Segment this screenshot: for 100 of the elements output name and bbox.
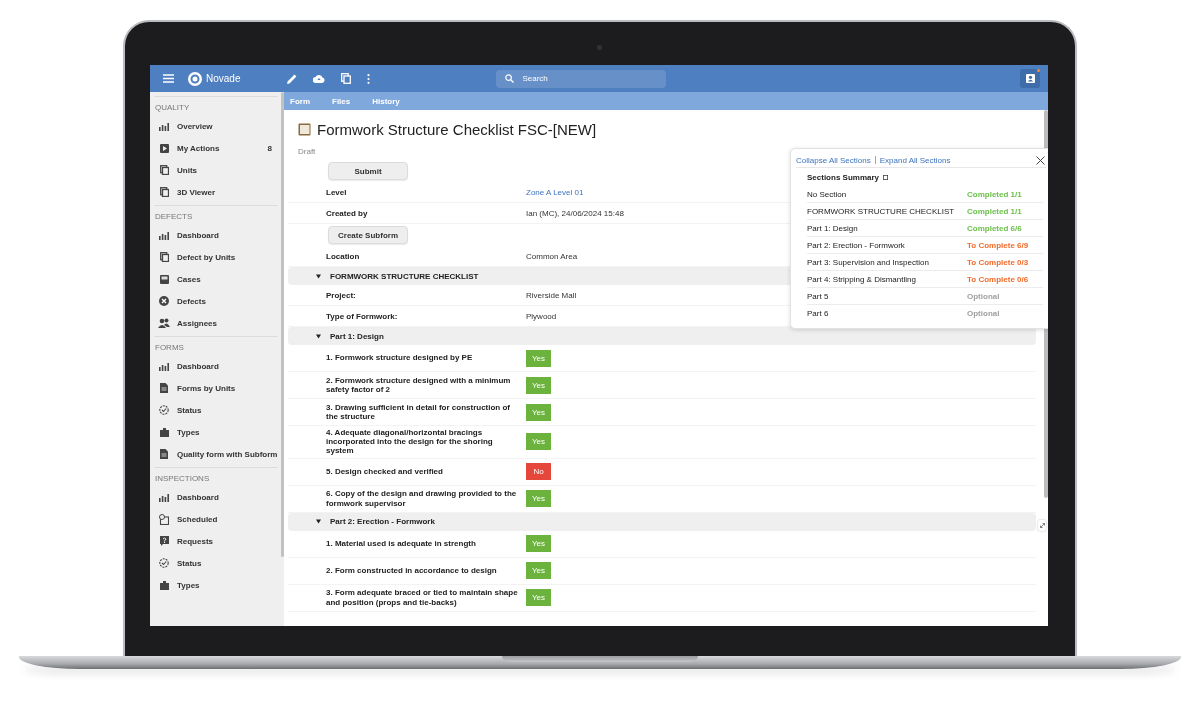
field-value: Common Area	[526, 251, 578, 261]
chart-icon	[159, 121, 169, 131]
user-icon	[1025, 74, 1035, 83]
expand-all-link[interactable]: Expand All Sections	[879, 155, 951, 165]
scrollbar-thumb[interactable]	[281, 92, 284, 557]
nav-item[interactable]: My Actions 8	[154, 137, 278, 159]
summary-section-name[interactable]: No Section	[807, 189, 847, 199]
summary-section-name[interactable]: Part 6	[807, 308, 829, 318]
section-heading: INSPECTIONS	[154, 473, 211, 485]
summary-status: Optional	[967, 291, 1001, 301]
nav-item[interactable]: Defect by Units	[154, 246, 278, 268]
question-text: 2. Formwork structure designed with a minimum safety factor of 2	[325, 374, 512, 396]
summary-status: Completed 1/1	[967, 189, 1023, 199]
answer-button[interactable]: No	[526, 463, 551, 481]
nav-item[interactable]: Types	[154, 421, 278, 443]
nav-item[interactable]: Dashboard	[154, 486, 278, 508]
schedule-icon	[159, 513, 169, 525]
folder-icon	[159, 427, 169, 437]
summary-status: To Complete 0/3	[967, 257, 1030, 267]
summary-section-name[interactable]: Part 3: Supervision and Inspection	[807, 257, 929, 267]
form-button[interactable]: Submit	[328, 162, 408, 180]
section-title: Part 1: Design	[330, 331, 384, 341]
folder-icon	[159, 580, 169, 590]
nav-item[interactable]: Cases	[154, 268, 278, 290]
section-heading: QUALITY	[154, 102, 191, 114]
nav-item[interactable]: Units	[154, 159, 278, 181]
app-logo-text: Novade	[206, 73, 241, 84]
pages-icon	[159, 187, 169, 197]
field-label: Created by	[325, 208, 369, 218]
nav-item[interactable]: Assignees	[154, 312, 278, 334]
nav-item[interactable]: Quality form with Subform	[154, 443, 278, 465]
question-text: 6. Copy of the design and drawing provided to the formwork supervisor	[325, 488, 518, 510]
clipboard-icon	[298, 122, 311, 136]
nav-item[interactable]: Scheduled	[154, 508, 278, 530]
status-icon	[159, 405, 169, 415]
summary-section-name[interactable]: Part 4: Stripping & Dismantling	[807, 274, 916, 284]
form-button[interactable]: Create Subform	[328, 226, 408, 244]
chart-icon	[159, 492, 169, 502]
count-label: 8	[267, 143, 272, 153]
field-value: Plywood	[526, 311, 557, 321]
summary-section-name[interactable]: Part 5	[807, 291, 829, 301]
question-icon	[159, 536, 169, 546]
question-text: 1. Material used is adequate in strength	[325, 537, 477, 550]
close-icon[interactable]	[1036, 155, 1045, 165]
question-text: 4. Adequate diagonal/horizontal bracings incorporated into the design for the shoring system	[325, 427, 494, 458]
edit-icon[interactable]	[287, 73, 298, 84]
form-status: Draft	[298, 147, 316, 156]
field-link[interactable]: Zone A Level 01	[526, 187, 584, 197]
section-title: FORMWORK STRUCTURE CHECKLIST	[330, 271, 479, 281]
more-icon[interactable]	[367, 73, 371, 84]
account-button[interactable]	[1020, 69, 1040, 88]
chart-icon	[159, 361, 169, 371]
question-text: 3. Form adequate braced or tied to maintain shape and position (props and tie-backs)	[325, 587, 519, 609]
section-header[interactable]: Part 1: Design	[288, 327, 1036, 345]
summary-status: Completed 6/6	[967, 223, 1023, 233]
field-label: Level	[325, 187, 348, 197]
summary-status: Completed 1/1	[967, 206, 1023, 216]
summary-section-name[interactable]: Part 2: Erection - Formwork	[807, 240, 905, 250]
search-icon	[505, 74, 515, 83]
expand-handle[interactable]	[1038, 520, 1046, 531]
search-field[interactable]: Search	[496, 69, 667, 88]
collapse-all-link[interactable]: Collapse All Sections	[796, 155, 871, 165]
nav-item[interactable]: Dashboard	[154, 224, 278, 246]
nav-item[interactable]: Status	[154, 552, 278, 574]
play-icon	[159, 143, 169, 153]
nav-item[interactable]: Defects	[154, 290, 278, 312]
question-text: 5. Design checked and verified	[325, 465, 444, 478]
collapse-caret-icon[interactable]	[316, 333, 321, 339]
summary-section-name[interactable]: Part 1: Design	[807, 223, 858, 233]
question-text: 3. Drawing sufficient in detail for construction of the structure	[325, 401, 511, 423]
nav-item[interactable]: Dashboard	[154, 355, 278, 377]
nav-item[interactable]: Requests	[154, 530, 278, 552]
summary-section-name[interactable]: FORMWORK STRUCTURE CHECKLIST	[807, 206, 955, 216]
nav-item[interactable]: 3D Viewer	[154, 181, 278, 203]
collapse-caret-icon[interactable]	[316, 273, 321, 279]
status-icon	[159, 558, 169, 568]
field-label: Type of Formwork:	[325, 311, 399, 321]
question-text: 1. Formwork structure designed by PE	[325, 352, 474, 365]
field-value: Riverside Mall	[526, 290, 577, 300]
field-label: Location	[325, 251, 361, 261]
field-value: Ian (MC), 24/06/2024 15:48	[526, 208, 624, 218]
cloud-upload-icon[interactable]	[313, 74, 326, 83]
nav-item[interactable]: Forms by Units	[154, 377, 278, 399]
people-icon	[158, 318, 170, 328]
nav-item[interactable]: Types	[154, 574, 278, 596]
pages-icon	[159, 165, 169, 175]
chart-icon	[159, 230, 169, 240]
section-heading: DEFECTS	[154, 211, 194, 223]
summary-status: To Complete 0/6	[967, 274, 1030, 284]
question-text: 2. Form constructed in accordance to design	[325, 564, 498, 577]
nav-item[interactable]: Overview	[154, 115, 278, 137]
copy-icon[interactable]	[341, 73, 352, 84]
pages-icon	[159, 252, 169, 262]
field-label: Project:	[325, 290, 357, 300]
collapse-caret-icon[interactable]	[316, 519, 321, 525]
menu-icon[interactable]	[163, 74, 174, 83]
cancel-icon	[159, 296, 169, 306]
form-title: Formwork Structure Checklist FSC-[NEW]	[317, 120, 597, 138]
nav-item[interactable]: Status	[154, 399, 278, 421]
summary-status: Optional	[967, 308, 1001, 318]
